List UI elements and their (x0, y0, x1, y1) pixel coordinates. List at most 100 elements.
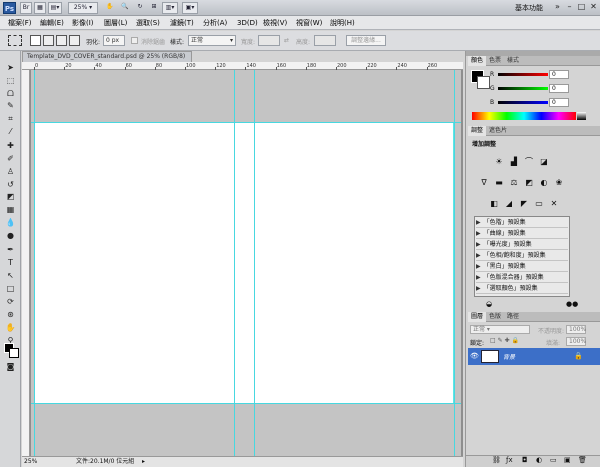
guide-spine-right[interactable] (254, 70, 255, 456)
clone-stamp-tool-icon[interactable]: ♙ (4, 167, 17, 177)
invert-icon[interactable]: ◧ (488, 198, 500, 209)
status-menu-icon[interactable]: ▸ (142, 457, 145, 467)
shape-tool-icon[interactable]: □ (4, 284, 17, 294)
trash-icon[interactable]: 🗑 (578, 456, 587, 464)
preset-item[interactable]: ▶ 「色版混合器」預設集 (476, 273, 568, 283)
swap-icon[interactable]: ⇄ (284, 37, 289, 44)
crop-tool-icon[interactable]: ⌗ (4, 114, 17, 124)
layer-name[interactable]: 背景 (503, 352, 515, 361)
levels-icon[interactable]: ▟ (508, 156, 520, 167)
clip-icon[interactable]: ●● (566, 300, 578, 308)
menu-image[interactable]: 影像(I) (72, 17, 94, 29)
guide-right[interactable] (454, 70, 455, 456)
r-slider[interactable] (498, 73, 548, 76)
preset-item[interactable]: ▶ 「曝光度」預設集 (476, 240, 568, 250)
menu-file[interactable]: 檔案(F) (8, 17, 32, 29)
path-select-tool-icon[interactable]: ↖ (4, 271, 17, 281)
new-adjustment-icon[interactable]: ◐ (536, 456, 542, 464)
r-input[interactable]: 0 (549, 70, 569, 79)
eyedropper-tool-icon[interactable]: ⁄ (4, 127, 17, 137)
guide-top[interactable] (31, 122, 461, 123)
minimize-icon[interactable]: – (564, 2, 575, 13)
b-input[interactable]: 0 (549, 98, 569, 107)
guide-left[interactable] (34, 70, 35, 456)
link-layers-icon[interactable]: ⛓ (492, 456, 501, 464)
workspace-label[interactable]: 基本功能 (515, 3, 543, 13)
opacity-input[interactable]: 100% (566, 325, 586, 334)
hue-sat-icon[interactable]: ▬ (493, 177, 505, 188)
menu-help[interactable]: 說明(H) (330, 17, 355, 29)
menu-layer[interactable]: 圖層(L) (104, 17, 127, 29)
fill-input[interactable]: 100% (566, 337, 586, 346)
feather-input[interactable]: 0 px (103, 35, 125, 46)
style-select[interactable]: 正常 ▾ (188, 35, 236, 46)
menu-window[interactable]: 視窗(W) (296, 17, 322, 29)
tab-masks[interactable]: 遮色片 (486, 126, 510, 136)
gradient-tool-icon[interactable]: ▦ (4, 205, 17, 215)
preset-item[interactable]: ▶ 「曲線」預設集 (476, 229, 568, 239)
vibrance-icon[interactable]: ∇ (478, 177, 490, 188)
cover-artboard[interactable] (34, 122, 454, 404)
preset-item[interactable]: ▶ 「色階」預設集 (476, 218, 568, 228)
background-color-swatch[interactable] (9, 348, 19, 358)
tab-paths[interactable]: 路徑 (504, 312, 522, 322)
bridge-icon[interactable]: Br (20, 2, 32, 14)
posterize-icon[interactable]: ◢ (503, 198, 515, 209)
selective-color-icon[interactable]: ✕ (548, 198, 560, 209)
quick-select-tool-icon[interactable]: ✎ (4, 101, 17, 111)
vertical-ruler[interactable] (22, 70, 30, 456)
history-brush-tool-icon[interactable]: ↺ (4, 180, 17, 190)
workspace-chevron-icon[interactable]: » (552, 2, 563, 13)
photo-filter-icon[interactable]: ◐ (538, 177, 550, 188)
quick-mask-icon[interactable]: ◙ (4, 362, 17, 372)
lasso-tool-icon[interactable]: ᗝ (4, 89, 17, 99)
arrange-documents-button[interactable]: ▥▾ (162, 2, 178, 14)
color-background-swatch[interactable] (477, 76, 490, 89)
preset-item[interactable]: ▶ 「色相/飽和度」預設集 (476, 251, 568, 261)
hand-tool-icon[interactable]: ✋ (4, 323, 17, 333)
intersect-selection-icon[interactable] (69, 35, 80, 46)
document-tab[interactable]: Template_DVD_COVER_standard.psd @ 25% (R… (22, 51, 192, 70)
pen-tool-icon[interactable]: ✒ (4, 245, 17, 255)
guide-spine-left[interactable] (234, 70, 235, 456)
curves-icon[interactable]: ⌒ (523, 156, 535, 167)
grayscale-ramp[interactable] (577, 112, 586, 120)
tab-swatches[interactable]: 色票 (486, 56, 504, 66)
dodge-tool-icon[interactable]: ● (4, 231, 17, 241)
threshold-icon[interactable]: ◤ (518, 198, 530, 209)
add-selection-icon[interactable] (43, 35, 54, 46)
menu-analysis[interactable]: 分析(A) (203, 17, 227, 29)
status-zoom[interactable]: 25% (24, 457, 37, 467)
blend-mode-select[interactable]: 正常 ▾ (470, 325, 530, 334)
fx-icon[interactable]: ƒx (506, 456, 513, 464)
maximize-icon[interactable]: □ (576, 2, 587, 13)
menu-3d[interactable]: 3D(D) (237, 17, 258, 29)
brightness-icon[interactable]: ☀ (493, 156, 505, 167)
close-icon[interactable]: ✕ (588, 2, 599, 13)
blur-tool-icon[interactable]: 💧 (4, 218, 17, 228)
zoom-level-dropdown[interactable]: 25% ▾ (68, 2, 98, 14)
lock-options-icon[interactable]: □ ✎ ✚ 🔒 (490, 337, 519, 344)
zoom-tool-icon[interactable]: 🔍 (119, 2, 131, 14)
menu-filter[interactable]: 濾鏡(T) (170, 17, 194, 29)
brush-tool-icon[interactable]: ✐ (4, 154, 17, 164)
move-tool-icon[interactable]: ➤ (4, 63, 17, 73)
screen-mode-button[interactable]: ▣▾ (182, 2, 198, 14)
guide-bottom[interactable] (31, 403, 461, 404)
height-input[interactable] (314, 35, 336, 46)
color-spectrum[interactable] (472, 112, 576, 120)
extras-dropdown[interactable]: ▤▾ (48, 2, 62, 14)
healing-brush-tool-icon[interactable]: ✚ (4, 141, 17, 151)
color-balance-icon[interactable]: ⚖ (508, 177, 520, 188)
gradient-map-icon[interactable]: ▭ (533, 198, 545, 209)
black-white-icon[interactable]: ◩ (523, 177, 535, 188)
exposure-icon[interactable]: ◪ (538, 156, 550, 167)
antialias-checkbox[interactable] (131, 37, 138, 44)
3d-rotate-tool-icon[interactable]: ⟳ (4, 297, 17, 307)
menu-select[interactable]: 選取(S) (136, 17, 160, 29)
refine-edge-button[interactable]: 調整邊緣... (346, 35, 386, 46)
rotate-view-icon[interactable]: ↻ (134, 2, 146, 14)
menu-edit[interactable]: 編輯(E) (40, 17, 64, 29)
tab-styles[interactable]: 樣式 (504, 56, 522, 66)
tab-adjustments[interactable]: 調整 (468, 126, 487, 136)
